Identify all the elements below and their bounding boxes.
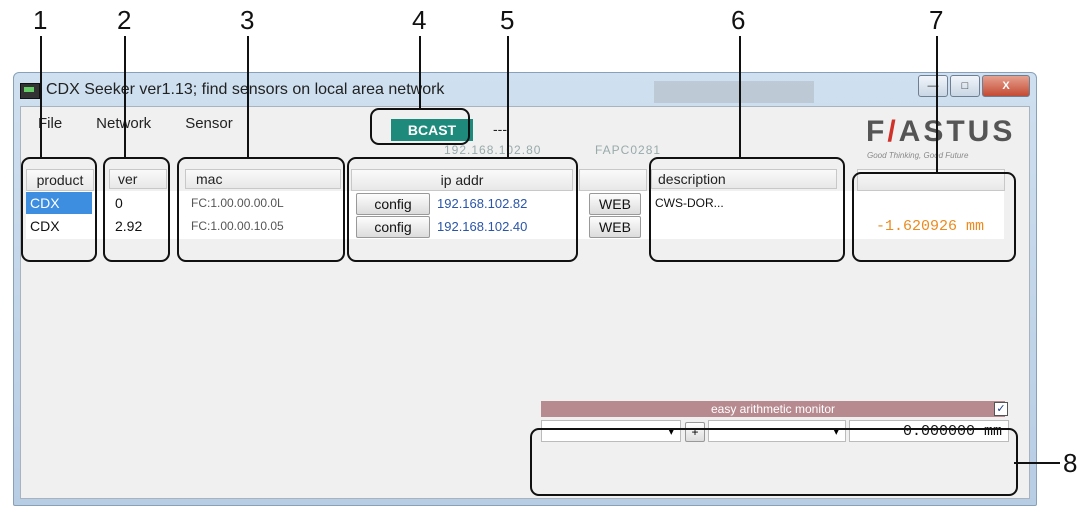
leader-6	[739, 36, 741, 157]
leader-1	[40, 36, 42, 157]
callout-6: 6	[731, 5, 746, 35]
monitor-header: easy arithmetic monitor	[541, 401, 1005, 417]
callout-box-6	[649, 157, 845, 262]
callout-4: 4	[412, 5, 427, 35]
callout-box-7	[852, 172, 1016, 262]
leader-4	[419, 36, 421, 108]
close-button[interactable]: X	[982, 75, 1030, 97]
row1-web-button[interactable]: WEB	[589, 193, 641, 215]
callout-box-2	[103, 157, 170, 262]
callout-box-3	[177, 157, 345, 262]
callout-5: 5	[500, 5, 515, 35]
maximize-button[interactable]: □	[950, 75, 980, 97]
leader-8	[1014, 462, 1060, 464]
app-icon	[20, 83, 40, 99]
leader-5	[507, 36, 509, 157]
callout-8: 8	[1063, 448, 1078, 478]
callout-box-1	[21, 157, 97, 262]
callout-box-8	[530, 428, 1018, 496]
menu-bar: File Network Sensor	[21, 115, 250, 137]
title-bar-blur	[654, 81, 814, 103]
callout-1: 1	[33, 5, 48, 35]
leader-3	[247, 36, 249, 157]
window-title: CDX Seeker ver1.13; find sensors on loca…	[46, 81, 445, 98]
local-ip: 192.168.102.80	[444, 143, 542, 157]
logo-tagline: Good Thinking, Good Future	[867, 151, 969, 160]
status-dashes: ---	[493, 121, 507, 137]
callout-7: 7	[929, 5, 944, 35]
callout-2: 2	[117, 5, 132, 35]
host-id: FAPC0281	[595, 143, 662, 157]
menu-sensor[interactable]: Sensor	[168, 115, 250, 137]
minimize-button[interactable]: —	[918, 75, 948, 97]
leader-7	[936, 36, 938, 172]
fastus-logo: F/ASTUS	[866, 115, 1016, 148]
monitor-checkbox[interactable]: ✓	[994, 402, 1008, 416]
callout-box-4	[370, 108, 470, 145]
window-controls: — □ X	[918, 75, 1030, 97]
title-bar[interactable]: CDX Seeker ver1.13; find sensors on loca…	[14, 73, 1036, 106]
menu-file[interactable]: File	[21, 115, 79, 137]
leader-2	[124, 36, 126, 157]
header-web[interactable]	[579, 169, 647, 191]
row2-web-button[interactable]: WEB	[589, 216, 641, 238]
callout-3: 3	[240, 5, 255, 35]
callout-box-5	[347, 157, 578, 262]
